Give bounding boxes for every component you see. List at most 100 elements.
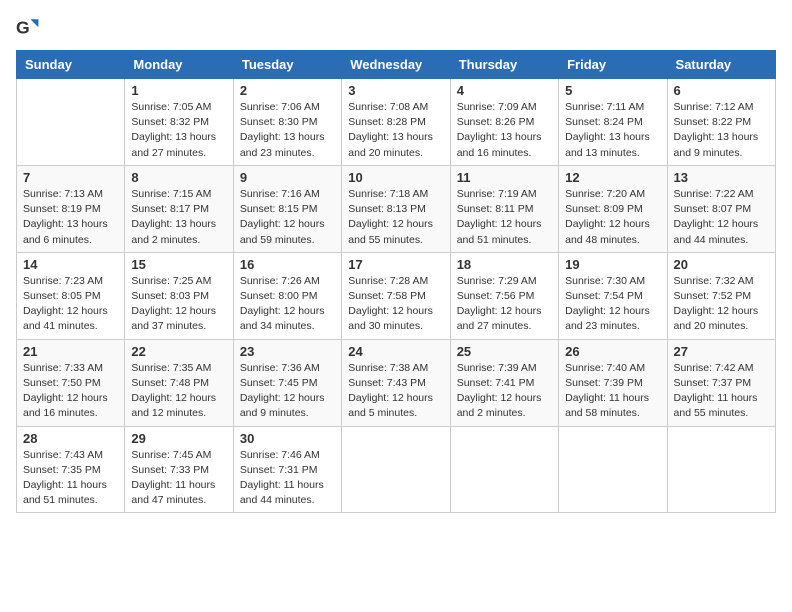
weekday-header-thursday: Thursday: [450, 51, 558, 79]
day-number: 12: [565, 170, 660, 185]
day-number: 1: [131, 83, 226, 98]
calendar-cell: 29 Sunrise: 7:45 AMSunset: 7:33 PMDayligh…: [125, 426, 233, 513]
week-row-3: 21 Sunrise: 7:33 AMSunset: 7:50 PMDayligh…: [17, 339, 776, 426]
day-info: Sunrise: 7:43 AMSunset: 7:35 PMDaylight:…: [23, 448, 118, 509]
weekday-header-row: SundayMondayTuesdayWednesdayThursdayFrid…: [17, 51, 776, 79]
day-info: Sunrise: 7:38 AMSunset: 7:43 PMDaylight:…: [348, 361, 443, 422]
calendar-body: 1Sunrise: 7:05 AMSunset: 8:32 PMDaylight…: [17, 79, 776, 513]
day-number: 9: [240, 170, 335, 185]
day-info: Sunrise: 7:20 AMSunset: 8:09 PMDaylight:…: [565, 187, 660, 248]
day-info: Sunrise: 7:28 AMSunset: 7:58 PMDaylight:…: [348, 274, 443, 335]
day-number: 10: [348, 170, 443, 185]
day-number: 28: [23, 431, 118, 446]
day-number: 30: [240, 431, 335, 446]
calendar-cell: 12 Sunrise: 7:20 AMSunset: 8:09 PMDayligh…: [559, 165, 667, 252]
calendar-cell: 13 Sunrise: 7:22 AMSunset: 8:07 PMDayligh…: [667, 165, 775, 252]
day-info: Sunrise: 7:23 AMSunset: 8:05 PMDaylight:…: [23, 274, 118, 335]
calendar-cell: [17, 79, 125, 166]
day-number: 29: [131, 431, 226, 446]
day-info: Sunrise: 7:19 AMSunset: 8:11 PMDaylight:…: [457, 187, 552, 248]
day-info: Sunrise: 7:45 AMSunset: 7:33 PMDaylight:…: [131, 448, 226, 509]
day-info: Sunrise: 7:33 AMSunset: 7:50 PMDaylight:…: [23, 361, 118, 422]
calendar-cell: 20 Sunrise: 7:32 AMSunset: 7:52 PMDayligh…: [667, 252, 775, 339]
day-info: Sunrise: 7:15 AMSunset: 8:17 PMDaylight:…: [131, 187, 226, 248]
calendar-cell: 26 Sunrise: 7:40 AMSunset: 7:39 PMDayligh…: [559, 339, 667, 426]
day-number: 22: [131, 344, 226, 359]
calendar-cell: 14 Sunrise: 7:23 AMSunset: 8:05 PMDayligh…: [17, 252, 125, 339]
day-info: Sunrise: 7:12 AMSunset: 8:22 PMDaylight:…: [674, 100, 769, 161]
day-info: Sunrise: 7:13 AMSunset: 8:19 PMDaylight:…: [23, 187, 118, 248]
day-number: 8: [131, 170, 226, 185]
calendar-cell: 4Sunrise: 7:09 AMSunset: 8:26 PMDaylight…: [450, 79, 558, 166]
calendar-cell: 15 Sunrise: 7:25 AMSunset: 8:03 PMDayligh…: [125, 252, 233, 339]
day-info: Sunrise: 7:42 AMSunset: 7:37 PMDaylight:…: [674, 361, 769, 422]
day-number: 24: [348, 344, 443, 359]
day-number: 3: [348, 83, 443, 98]
day-number: 15: [131, 257, 226, 272]
week-row-2: 14 Sunrise: 7:23 AMSunset: 8:05 PMDayligh…: [17, 252, 776, 339]
day-number: 23: [240, 344, 335, 359]
logo-icon: G: [16, 16, 40, 40]
day-number: 5: [565, 83, 660, 98]
day-number: 27: [674, 344, 769, 359]
day-number: 17: [348, 257, 443, 272]
day-info: Sunrise: 7:35 AMSunset: 7:48 PMDaylight:…: [131, 361, 226, 422]
calendar-cell: 5 Sunrise: 7:11 AMSunset: 8:24 PMDaylight…: [559, 79, 667, 166]
day-info: Sunrise: 7:25 AMSunset: 8:03 PMDaylight:…: [131, 274, 226, 335]
calendar-cell: 27 Sunrise: 7:42 AMSunset: 7:37 PMDayligh…: [667, 339, 775, 426]
day-number: 16: [240, 257, 335, 272]
day-info: Sunrise: 7:22 AMSunset: 8:07 PMDaylight:…: [674, 187, 769, 248]
calendar-cell: [450, 426, 558, 513]
day-info: Sunrise: 7:36 AMSunset: 7:45 PMDaylight:…: [240, 361, 335, 422]
day-info: Sunrise: 7:11 AMSunset: 8:24 PMDaylight:…: [565, 100, 660, 161]
day-number: 19: [565, 257, 660, 272]
day-number: 20: [674, 257, 769, 272]
day-number: 25: [457, 344, 552, 359]
day-number: 13: [674, 170, 769, 185]
day-info: Sunrise: 7:18 AMSunset: 8:13 PMDaylight:…: [348, 187, 443, 248]
day-info: Sunrise: 7:29 AMSunset: 7:56 PMDaylight:…: [457, 274, 552, 335]
calendar-cell: 25 Sunrise: 7:39 AMSunset: 7:41 PMDayligh…: [450, 339, 558, 426]
day-info: Sunrise: 7:40 AMSunset: 7:39 PMDaylight:…: [565, 361, 660, 422]
calendar-cell: 23 Sunrise: 7:36 AMSunset: 7:45 PMDayligh…: [233, 339, 341, 426]
day-info: Sunrise: 7:30 AMSunset: 7:54 PMDaylight:…: [565, 274, 660, 335]
svg-text:G: G: [16, 18, 30, 38]
calendar-cell: [342, 426, 450, 513]
calendar-cell: 2Sunrise: 7:06 AMSunset: 8:30 PMDaylight…: [233, 79, 341, 166]
weekday-header-wednesday: Wednesday: [342, 51, 450, 79]
day-number: 21: [23, 344, 118, 359]
calendar-cell: 24 Sunrise: 7:38 AMSunset: 7:43 PMDayligh…: [342, 339, 450, 426]
calendar-cell: 28 Sunrise: 7:43 AMSunset: 7:35 PMDayligh…: [17, 426, 125, 513]
week-row-1: 7 Sunrise: 7:13 AMSunset: 8:19 PMDaylight…: [17, 165, 776, 252]
calendar-cell: 18Sunrise: 7:29 AMSunset: 7:56 PMDayligh…: [450, 252, 558, 339]
calendar-cell: 8 Sunrise: 7:15 AMSunset: 8:17 PMDaylight…: [125, 165, 233, 252]
day-number: 2: [240, 83, 335, 98]
day-info: Sunrise: 7:39 AMSunset: 7:41 PMDaylight:…: [457, 361, 552, 422]
weekday-header-saturday: Saturday: [667, 51, 775, 79]
day-number: 14: [23, 257, 118, 272]
header: G: [16, 16, 776, 40]
calendar-cell: 30 Sunrise: 7:46 AMSunset: 7:31 PMDayligh…: [233, 426, 341, 513]
weekday-header-sunday: Sunday: [17, 51, 125, 79]
day-number: 6: [674, 83, 769, 98]
day-info: Sunrise: 7:16 AMSunset: 8:15 PMDaylight:…: [240, 187, 335, 248]
day-number: 7: [23, 170, 118, 185]
day-number: 11: [457, 170, 552, 185]
calendar-cell: 17 Sunrise: 7:28 AMSunset: 7:58 PMDayligh…: [342, 252, 450, 339]
calendar-cell: 7 Sunrise: 7:13 AMSunset: 8:19 PMDaylight…: [17, 165, 125, 252]
week-row-4: 28 Sunrise: 7:43 AMSunset: 7:35 PMDayligh…: [17, 426, 776, 513]
calendar-cell: [667, 426, 775, 513]
calendar-cell: 3Sunrise: 7:08 AMSunset: 8:28 PMDaylight…: [342, 79, 450, 166]
calendar-cell: 21 Sunrise: 7:33 AMSunset: 7:50 PMDayligh…: [17, 339, 125, 426]
calendar-table: SundayMondayTuesdayWednesdayThursdayFrid…: [16, 50, 776, 513]
day-number: 26: [565, 344, 660, 359]
calendar-cell: 22 Sunrise: 7:35 AMSunset: 7:48 PMDayligh…: [125, 339, 233, 426]
calendar-cell: 11 Sunrise: 7:19 AMSunset: 8:11 PMDayligh…: [450, 165, 558, 252]
calendar-cell: 6 Sunrise: 7:12 AMSunset: 8:22 PMDaylight…: [667, 79, 775, 166]
day-info: Sunrise: 7:46 AMSunset: 7:31 PMDaylight:…: [240, 448, 335, 509]
day-info: Sunrise: 7:09 AMSunset: 8:26 PMDaylight:…: [457, 100, 552, 161]
calendar-cell: 16Sunrise: 7:26 AMSunset: 8:00 PMDayligh…: [233, 252, 341, 339]
weekday-header-monday: Monday: [125, 51, 233, 79]
calendar-cell: [559, 426, 667, 513]
day-info: Sunrise: 7:32 AMSunset: 7:52 PMDaylight:…: [674, 274, 769, 335]
